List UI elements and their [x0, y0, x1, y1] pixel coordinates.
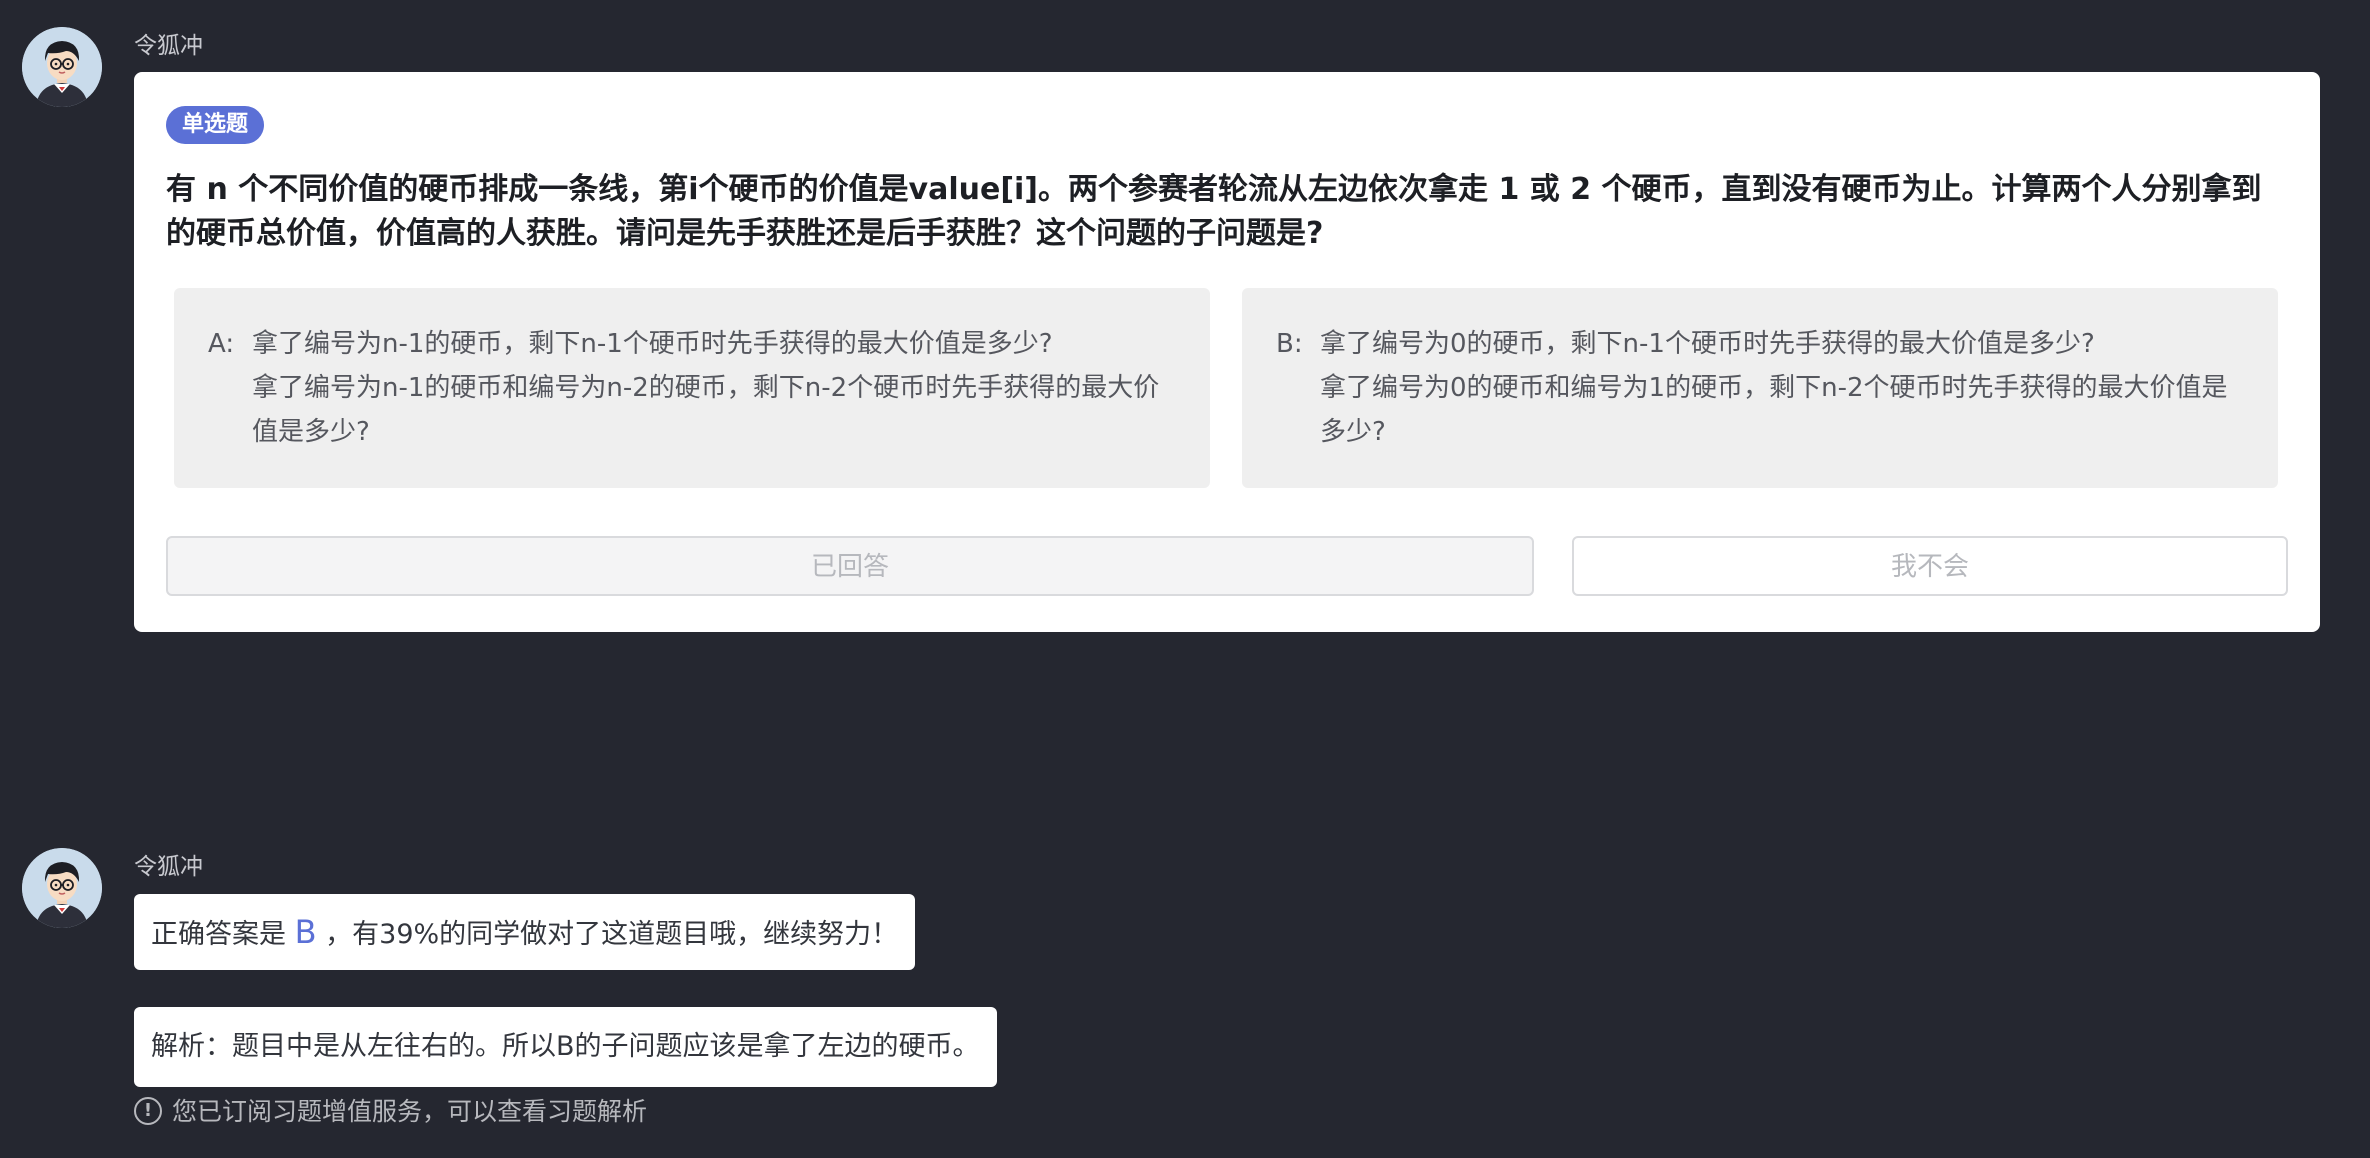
avatar[interactable]	[22, 848, 102, 928]
option-line: 拿了编号为n-1的硬币和编号为n-2的硬币，剩下n-2个硬币时先手获得的最大价值…	[252, 373, 1160, 447]
sender-name: 令狐冲	[134, 33, 203, 59]
option-line: 拿了编号为0的硬币，剩下n-1个硬币时先手获得的最大价值是多少?	[1320, 329, 2095, 359]
avatar[interactable]	[22, 27, 102, 107]
avatar-image	[22, 848, 102, 928]
notice-text: 您已订阅习题增值服务，可以查看习题解析	[172, 1097, 648, 1126]
avatar-image	[22, 27, 102, 107]
correct-answer-letter: B	[294, 913, 317, 951]
answer-suffix: ，有39%的同学做对了这道题目哦，继续努力！	[325, 919, 899, 950]
analysis-bubble: 解析：题目中是从左往右的。所以B的子问题应该是拿了左边的硬币。	[134, 1007, 997, 1087]
subscription-notice: ! 您已订阅习题增值服务，可以查看习题解析	[134, 1092, 647, 1128]
answered-button[interactable]: 已回答	[166, 536, 1534, 596]
analysis-text: 解析：题目中是从左往右的。所以B的子问题应该是拿了左边的硬币。	[151, 1031, 980, 1062]
answer-prefix: 正确答案是	[151, 919, 286, 950]
option-letter: B:	[1276, 329, 1303, 359]
sender-name: 令狐冲	[134, 854, 203, 880]
info-circle-icon: !	[134, 1097, 162, 1125]
answer-bubble: 正确答案是 B ，有39%的同学做对了这道题目哦，继续努力！	[134, 894, 916, 970]
question-text: 有 n 个不同价值的硬币排成一条线，第i个硬币的价值是value[i]。两个参赛…	[166, 172, 2262, 251]
option-b[interactable]: B: 拿了编号为0的硬币，剩下n-1个硬币时先手获得的最大价值是多少? 拿了编号…	[1242, 288, 2278, 488]
option-line: 拿了编号为n-1的硬币，剩下n-1个硬币时先手获得的最大价值是多少?	[252, 329, 1053, 359]
option-a[interactable]: A: 拿了编号为n-1的硬币，剩下n-1个硬币时先手获得的最大价值是多少? 拿了…	[174, 288, 1210, 488]
question-card: 单选题 有 n 个不同价值的硬币排成一条线，第i个硬币的价值是value[i]。…	[134, 72, 2320, 632]
option-text: 拿了编号为0的硬币，剩下n-1个硬币时先手获得的最大价值是多少? 拿了编号为0的…	[1320, 322, 2240, 454]
question-type-badge: 单选题	[166, 106, 265, 144]
dont-know-button[interactable]: 我不会	[1572, 536, 2288, 596]
option-text: 拿了编号为n-1的硬币，剩下n-1个硬币时先手获得的最大价值是多少? 拿了编号为…	[252, 322, 1172, 454]
option-letter: A:	[208, 329, 235, 359]
option-line: 拿了编号为0的硬币和编号为1的硬币，剩下n-2个硬币时先手获得的最大价值是多少?	[1320, 373, 2228, 447]
